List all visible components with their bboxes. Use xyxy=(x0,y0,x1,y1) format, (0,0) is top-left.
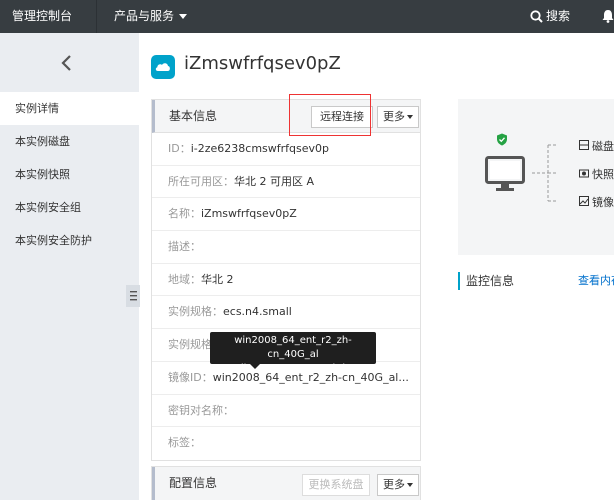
sidebar-collapse-toggle[interactable] xyxy=(126,285,140,307)
monitor-info-title: 监控信息 xyxy=(458,272,514,290)
config-info-panel: 配置信息 更换系统盘 更多 xyxy=(151,466,421,500)
basic-info-title: 基本信息 xyxy=(169,109,218,123)
info-key: 名称： xyxy=(168,207,201,221)
change-system-disk-button[interactable]: 更换系统盘 xyxy=(302,474,370,496)
chevron-down-icon xyxy=(407,115,413,119)
info-key: 地域： xyxy=(168,272,201,286)
info-value: i-2ze6238cmswfrfqsev0p xyxy=(190,142,330,155)
tooltip-line: win2008_64_ent_r2_zh-cn_40G_al xyxy=(234,335,352,360)
sidebar-item-snapshots[interactable]: 本实例快照 xyxy=(0,158,139,191)
list-collapse-icon xyxy=(126,285,140,307)
info-row-description: 描述： xyxy=(152,231,420,264)
basic-info-panel: 基本信息 远程连接 更多 ID：i-2ze6238cmswfrfqsev0p 所… xyxy=(151,99,421,461)
disk-icon xyxy=(579,140,589,150)
chevron-down-icon xyxy=(407,483,413,487)
info-value: ecs.n4.small xyxy=(223,305,292,319)
diagram-label-snapshot: 快照 xyxy=(592,168,614,181)
basic-info-header: 基本信息 远程连接 更多 xyxy=(152,100,420,133)
info-key: ID： xyxy=(168,142,191,155)
more-actions-label: 更多 xyxy=(383,110,405,123)
search-button[interactable]: 搜索 xyxy=(530,0,570,33)
notification-bell-icon[interactable] xyxy=(602,9,614,26)
instance-monitor-icon xyxy=(485,156,525,191)
top-navbar: 管理控制台 产品与服务 搜索 xyxy=(0,0,614,33)
info-key: 密钥对名称： xyxy=(168,403,234,417)
info-key: 实例规格 xyxy=(168,338,212,352)
diagram-label-disk: 磁盘 xyxy=(592,140,614,153)
info-value: 华北 2 xyxy=(201,272,234,286)
config-info-header: 配置信息 更换系统盘 更多 xyxy=(152,467,420,500)
info-key: 镜像ID： xyxy=(168,370,213,384)
products-menu-label: 产品与服务 xyxy=(114,9,175,23)
info-row-region: 地域：华北 2 xyxy=(152,264,420,297)
shield-icon xyxy=(497,133,507,146)
config-more-button[interactable]: 更多 xyxy=(377,474,419,496)
connector-lines xyxy=(532,144,558,202)
info-row-id: ID：i-2ze6238cmswfrfqsev0p xyxy=(152,133,420,166)
sidebar-item-security-protection[interactable]: 本实例安全防护 xyxy=(0,224,139,257)
image-icon xyxy=(579,196,589,206)
more-actions-button[interactable]: 更多 xyxy=(377,106,419,128)
view-memory-link[interactable]: 查看内存 xyxy=(578,272,614,290)
back-button[interactable] xyxy=(0,33,139,92)
info-value: 华北 2 可用区 A xyxy=(234,174,315,188)
info-row-instance-type: 实例规格：ecs.n4.small xyxy=(152,296,420,330)
chevron-left-icon xyxy=(61,55,71,71)
info-row-zone: 所在可用区：华北 2 可用区 A xyxy=(152,166,420,199)
info-row-name: 名称：iZmswfrfqsev0pZ xyxy=(152,198,420,232)
info-row-tags: 标签： xyxy=(152,427,420,460)
tooltip-line: ibase_20170301.vhd xyxy=(240,363,346,374)
info-key: 实例规格： xyxy=(168,305,223,319)
sidebar: 实例详情 本实例磁盘 本实例快照 本实例安全组 本实例安全防护 xyxy=(0,33,140,500)
products-services-menu[interactable]: 产品与服务 xyxy=(114,0,188,33)
config-more-label: 更多 xyxy=(383,478,405,491)
search-label: 搜索 xyxy=(546,9,571,23)
cloud-server-icon xyxy=(151,55,175,79)
sidebar-item-security-groups[interactable]: 本实例安全组 xyxy=(0,191,139,224)
image-id-tooltip: win2008_64_ent_r2_zh-cn_40G_al ibase_201… xyxy=(210,332,376,374)
instance-resource-diagram: 磁盘 快照 镜像 xyxy=(458,99,614,255)
sidebar-item-disks[interactable]: 本实例磁盘 xyxy=(0,125,139,158)
config-info-title: 配置信息 xyxy=(169,476,218,490)
console-home-link[interactable]: 管理控制台 xyxy=(0,0,97,33)
search-icon xyxy=(530,10,543,23)
chevron-down-icon xyxy=(179,14,188,19)
info-key: 描述： xyxy=(168,240,201,254)
info-key: 所在可用区： xyxy=(168,174,234,188)
info-key: 标签： xyxy=(168,436,201,450)
info-row-keypair: 密钥对名称： xyxy=(152,395,420,428)
info-value: iZmswfrfqsev0pZ xyxy=(201,207,297,221)
sidebar-item-instance-details[interactable]: 实例详情 xyxy=(0,92,139,125)
snapshot-icon xyxy=(579,169,589,178)
diagram-label-image: 镜像 xyxy=(592,196,614,209)
page-title: iZmswfrfqsev0pZ xyxy=(184,53,341,74)
remote-connect-highlight-box xyxy=(289,94,371,136)
